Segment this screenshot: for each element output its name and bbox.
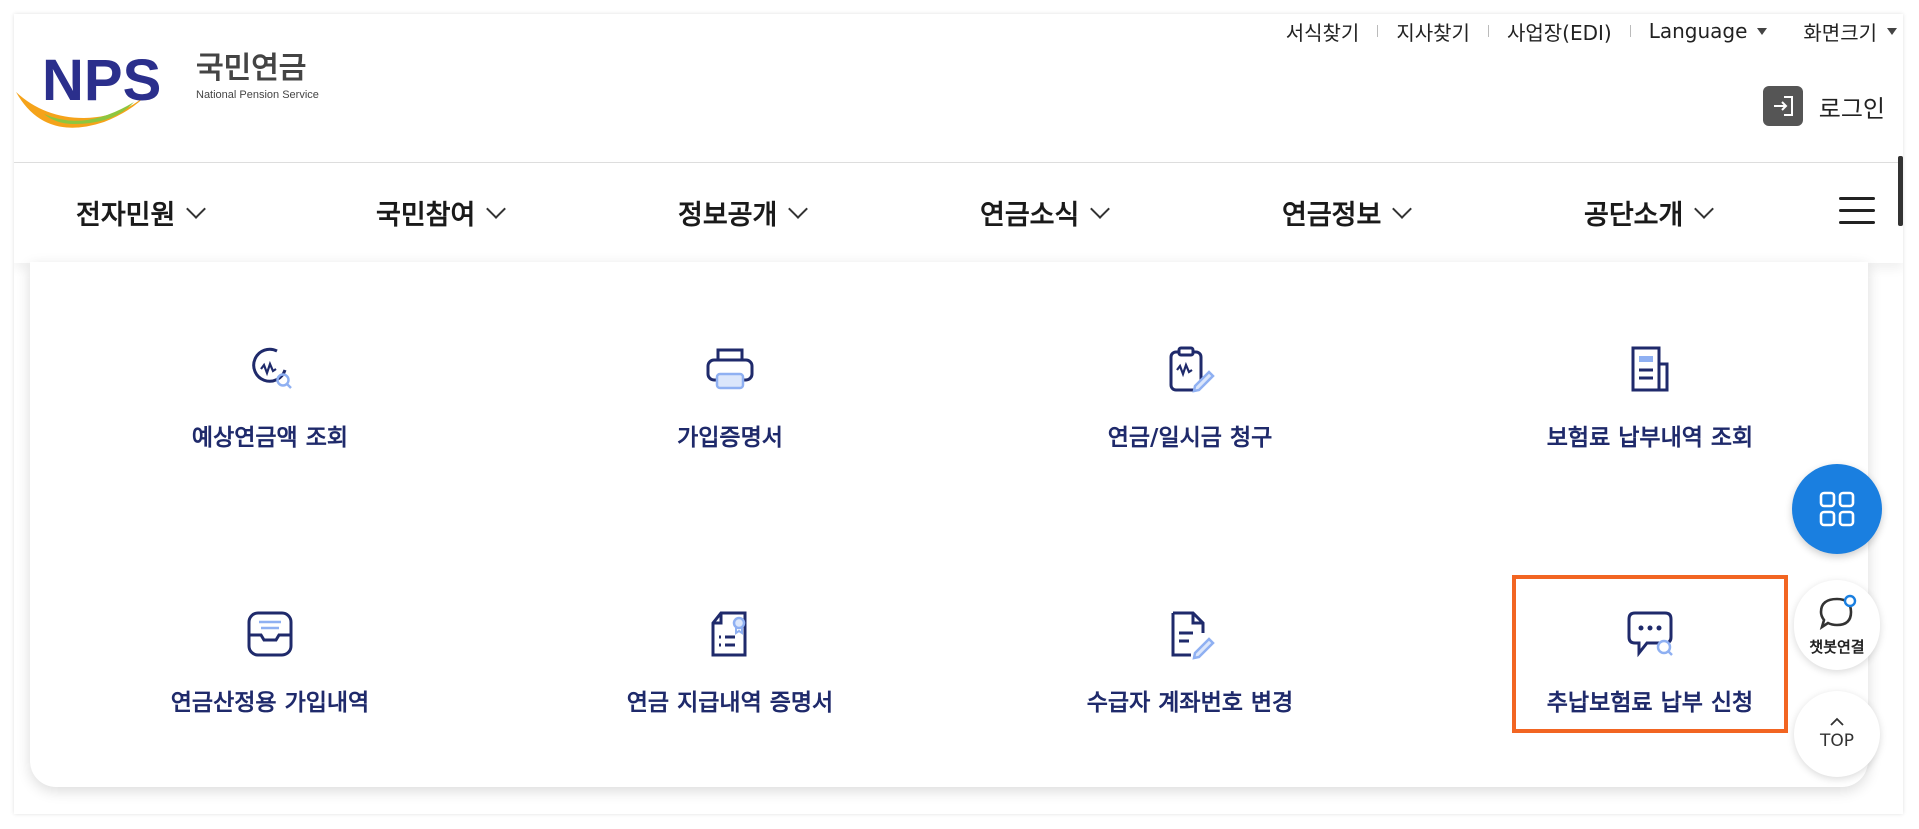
selection-highlight [1512, 575, 1788, 733]
quick-menu-panel: 예상연금액 조회 가입증명서 연금/일시금 청구 보험료 납부내역 조회 연금산… [30, 262, 1868, 787]
nav-label: 국민참여 [376, 200, 476, 231]
screen-size-dropdown[interactable]: 화면크기 [1785, 17, 1903, 46]
certificate-icon [711, 611, 747, 657]
pension-search-icon [252, 347, 292, 389]
logo-letters: NPS [42, 48, 161, 113]
document-icon [1631, 346, 1669, 392]
chatbot-label: 챗봇연결 [1809, 637, 1865, 656]
nav-item-about[interactable]: 공단소개 [1584, 193, 1715, 232]
util-forms-label: 서식찾기 [1285, 20, 1360, 45]
util-branch-link[interactable]: 지사찾기 [1378, 17, 1488, 46]
util-forms-link[interactable]: 서식찾기 [1268, 17, 1378, 46]
tile-label: 연금/일시금 청구 [1107, 425, 1273, 451]
document-edit-icon [1171, 611, 1215, 660]
login-button[interactable]: 로그인 [1762, 86, 1885, 126]
chevron-down-icon [186, 198, 207, 219]
inbox-icon [247, 611, 293, 657]
chevron-up-icon [1830, 717, 1844, 726]
tile-expected-pension[interactable]: 예상연금액 조회 [120, 342, 420, 482]
scrollbar-thumb[interactable] [1898, 156, 1903, 226]
nav-label: 전자민원 [76, 200, 176, 231]
nps-logo-graphic: NPS 국민연금 National Pension Service [16, 48, 319, 128]
nav-label: 연금정보 [1282, 200, 1382, 231]
caret-down-icon [1757, 27, 1768, 35]
tile-label: 연금 지급내역 증명서 [626, 690, 834, 716]
util-edi-link[interactable]: 사업장(EDI) [1489, 17, 1630, 46]
nav-item-disclosure[interactable]: 정보공개 [678, 193, 809, 232]
caret-down-icon [1887, 27, 1897, 35]
nav-item-news[interactable]: 연금소식 [980, 193, 1111, 232]
util-branch-label: 지사찾기 [1396, 20, 1470, 45]
chat-bubble-icon [1819, 594, 1857, 630]
nps-logo[interactable]: NPS 국민연금 National Pension Service [14, 32, 344, 142]
chevron-down-icon [788, 198, 809, 219]
grid-icon [1819, 491, 1855, 527]
utility-menu: 서식찾기 지사찾기 사업장(EDI) Language 화면크기 [1268, 14, 1903, 48]
language-label: Language [1648, 19, 1748, 43]
printer-icon [706, 348, 754, 390]
chevron-down-icon [1694, 198, 1715, 219]
nav-item-pension-info[interactable]: 연금정보 [1282, 193, 1413, 232]
screen-size-label: 화면크기 [1803, 20, 1877, 45]
tile-label: 연금산정용 가입내역 [170, 690, 370, 716]
language-dropdown[interactable]: Language [1631, 19, 1786, 43]
logo-english-name: National Pension Service [196, 89, 319, 101]
tile-payment-certificate[interactable]: 연금 지급내역 증명서 [580, 607, 880, 747]
tile-pension-claim[interactable]: 연금/일시금 청구 [1040, 342, 1340, 482]
clipboard-edit-icon [1169, 346, 1215, 393]
nav-item-e-petition[interactable]: 전자민원 [76, 193, 207, 232]
page: NPS 국민연금 National Pension Service 서식찾기 지… [14, 14, 1903, 814]
nav-item-participation[interactable]: 국민참여 [376, 193, 507, 232]
tile-label: 보험료 납부내역 조회 [1546, 425, 1754, 451]
tile-label: 예상연금액 조회 [191, 425, 349, 451]
scroll-top-button[interactable]: TOP [1794, 691, 1880, 777]
chevron-down-icon [1090, 198, 1111, 219]
login-label: 로그인 [1818, 94, 1885, 123]
tile-premium-payment-history[interactable]: 보험료 납부내역 조회 [1500, 342, 1800, 482]
quick-menu-button[interactable] [1792, 464, 1882, 554]
hamburger-menu-icon[interactable] [1839, 197, 1875, 225]
tile-account-change[interactable]: 수급자 계좌번호 변경 [1040, 607, 1340, 747]
tile-label: 수급자 계좌번호 변경 [1086, 690, 1294, 716]
tile-enrollment-certificate[interactable]: 가입증명서 [580, 342, 880, 482]
nav-label: 정보공개 [678, 200, 778, 231]
tile-pension-calc-enrollment[interactable]: 연금산정용 가입내역 [120, 607, 420, 747]
login-icon [1762, 86, 1803, 126]
top-label: TOP [1819, 731, 1855, 751]
main-nav: 전자민원 국민참여 정보공개 연금소식 연금정보 공단소개 [14, 162, 1903, 263]
logo-korean-name: 국민연금 [196, 51, 306, 86]
chevron-down-icon [1392, 198, 1413, 219]
header: NPS 국민연금 National Pension Service 서식찾기 지… [14, 14, 1903, 162]
tile-label: 가입증명서 [677, 425, 783, 451]
nav-label: 공단소개 [1584, 200, 1684, 231]
chevron-down-icon [486, 198, 507, 219]
nav-label: 연금소식 [980, 200, 1080, 231]
chatbot-button[interactable]: 챗봇연결 [1794, 580, 1880, 670]
util-edi-label: 사업장(EDI) [1506, 20, 1612, 45]
